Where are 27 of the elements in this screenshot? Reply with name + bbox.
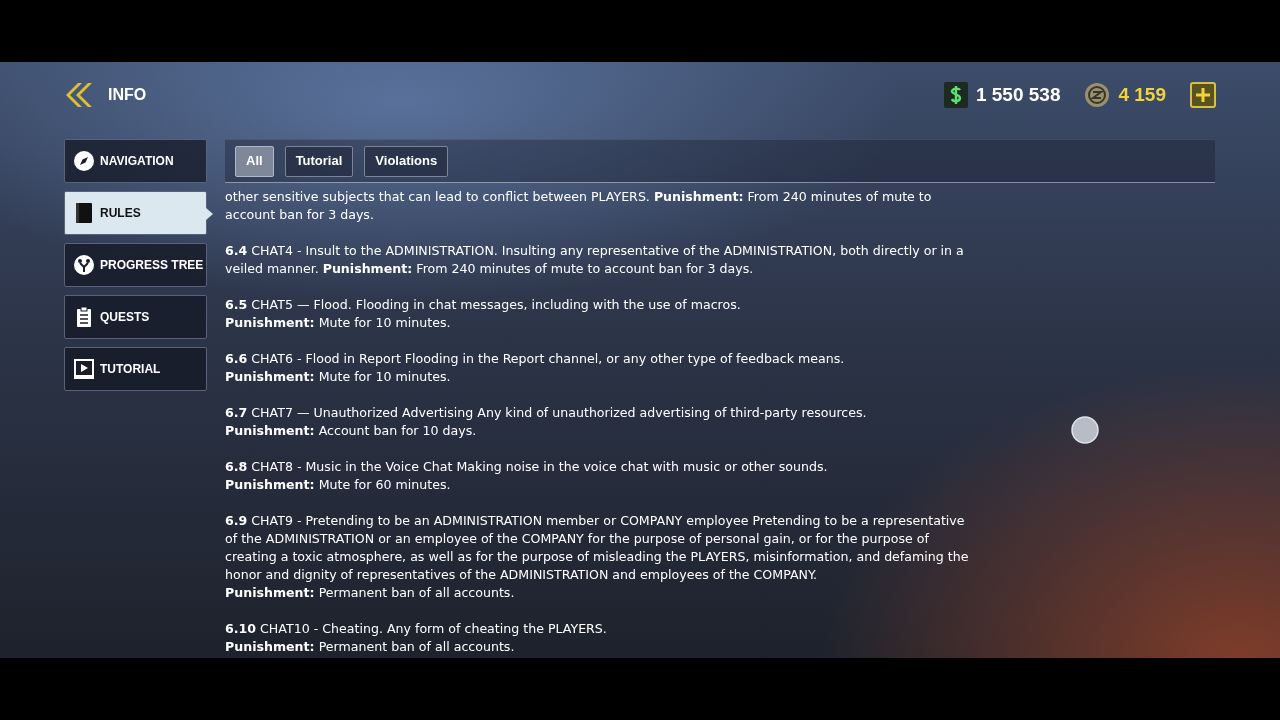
sidebar-item[interactable]: QUESTS xyxy=(64,295,207,339)
plus-button[interactable] xyxy=(1190,82,1216,108)
rule-paragraph: 6.6 CHAT6 - Flood in Report Flooding in the Report channel, or any other type of feedback means. Punishment: Mute for 10 minutes. xyxy=(225,350,846,386)
coin-amount: 4 159 xyxy=(1118,82,1166,107)
dollar-icon xyxy=(943,82,968,108)
tree-icon xyxy=(73,254,95,276)
filter-tab[interactable]: Violations xyxy=(364,145,449,177)
back-icon[interactable] xyxy=(64,82,92,108)
rule-paragraph: 6.7 CHAT7 — Unauthorized Advertising Any kind of unauthorized advertising of third-party resources. Punishment: Account ban for 10 days. xyxy=(225,404,868,440)
rule-paragraph: 6.4 CHAT4 - Insult to the ADMINISTRATION. Insulting any representative of the ADMINISTRATION, both directly or in a veiled manner. Punishment: From 240 minutes of mute to account ban for 3 days. xyxy=(225,242,965,278)
money-amount: 1 550 538 xyxy=(975,82,1061,107)
play-icon xyxy=(73,358,95,380)
rule-paragraph: 6.10 CHAT10 - Cheating. Any form of cheating the PLAYERS. Punishment: Permanent ban of all accounts. xyxy=(225,620,608,656)
sidebar-item[interactable]: NAVIGATION xyxy=(64,139,207,183)
compass-icon xyxy=(73,150,95,172)
screen-title: INFO xyxy=(108,85,147,105)
filter-tab[interactable]: All xyxy=(235,145,274,177)
book-icon xyxy=(73,202,95,224)
sidebar-item[interactable]: TUTORIAL xyxy=(64,347,207,391)
touch-indicator-icon xyxy=(1071,416,1099,444)
filter-tab[interactable]: Tutorial xyxy=(284,145,354,177)
coin-icon xyxy=(1084,82,1111,108)
sidebar-item[interactable]: PROGRESS TREE xyxy=(64,243,207,287)
rule-paragraph: other sensitive subjects that can lead to conflict between PLAYERS. Punishment: From 240 minutes of mute to account ban for 3 days. xyxy=(225,188,933,224)
rule-paragraph: 6.5 CHAT5 — Flood. Flooding in chat messages, including with the use of macros. Punishment: Mute for 10 minutes. xyxy=(225,296,742,332)
rule-paragraph: 6.8 CHAT8 - Music in the Voice Chat Making noise in the voice chat with music or other sounds. Punishment: Mute for 60 minutes. xyxy=(225,458,829,494)
rule-paragraph: 6.9 CHAT9 - Pretending to be an ADMINISTRATION member or COMPANY employee Pretending to be a representative of the ADMINISTRATION or an employee of the COMPANY for the purpose of personal gain, or for the purpose of creating a toxic atmosphere, as well as for the purpose of misleading the PLAYERS, misinformation, and defaming the honor and dignity of representatives of the ADMINISTRATION and employees of the COMPANY. Punishment: Permanent ban of all accounts. xyxy=(225,512,970,602)
